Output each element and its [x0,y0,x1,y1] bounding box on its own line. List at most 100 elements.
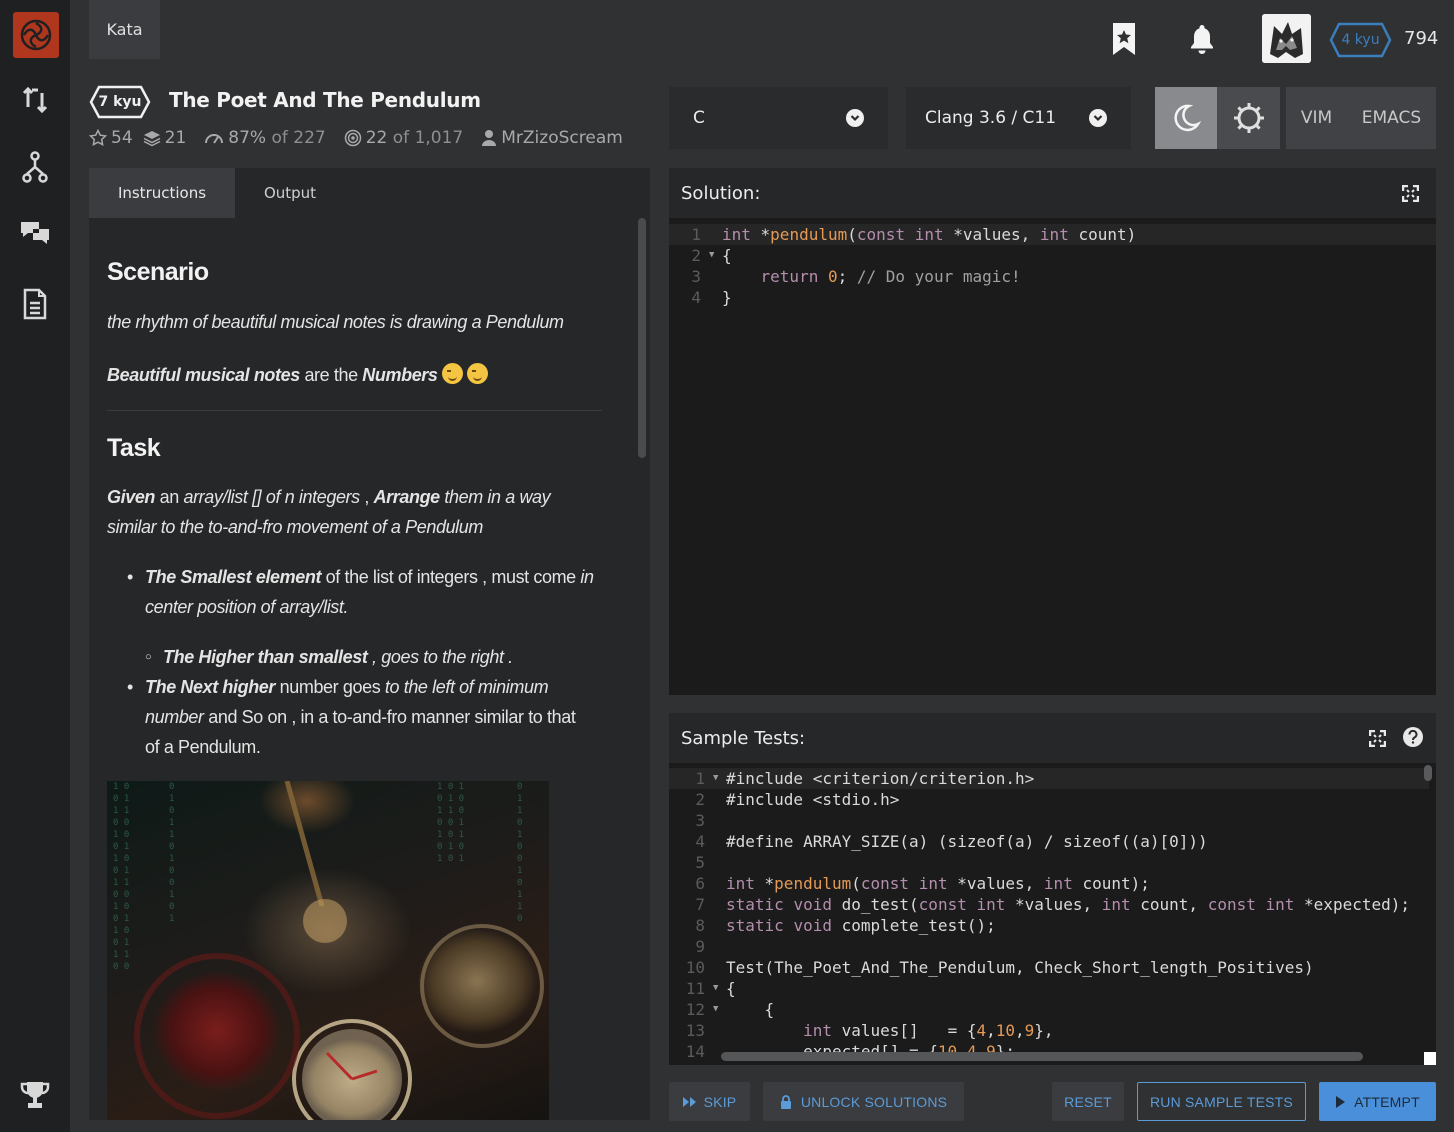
dark-mode-toggle[interactable] [1155,87,1217,149]
fold-toggle-icon[interactable]: ▼ [713,999,718,1020]
section-divider [107,410,602,411]
kata-nav-tab[interactable]: Kata [89,0,160,59]
help-icon[interactable] [1403,727,1423,747]
line-number: 3 [691,267,701,286]
fold-toggle-icon[interactable]: ▼ [709,245,714,266]
vertical-scrollbar[interactable] [1424,765,1432,781]
attempt-button[interactable]: ATTEMPT [1319,1082,1436,1121]
kata-rank-badge: 7 kyu [89,85,151,119]
line-number: 8 [695,916,705,935]
line-number: 12 [685,1000,705,1019]
scrollbar-corner [1424,1052,1436,1065]
star-icon [89,129,107,147]
keybinding-modes: VIM EMACS [1286,87,1436,149]
solution-code-editor[interactable]: 1 int *pendulum(const int *values, int co… [669,218,1436,695]
completed-stat: 22 of 1,017 [344,128,463,148]
code-text: #define ARRAY_SIZE(a) (sizeof(a) / sizeo… [726,832,1208,851]
light-mode-toggle[interactable] [1217,87,1280,149]
task-heading: Task [107,434,161,462]
expand-icon[interactable] [1368,729,1386,747]
task-bullet-list: The Smallest element of the list of inte… [127,562,594,622]
code-text: int *pendulum(const int *values, int cou… [726,874,1150,893]
stars-stat[interactable]: 54 [89,128,133,148]
sun-icon [1233,103,1264,133]
practice-icon[interactable] [15,80,55,120]
play-icon [1336,1095,1346,1108]
scenario-heading: Scenario [107,258,209,286]
line-number: 5 [695,853,705,872]
fork-icon[interactable] [15,147,55,187]
line-number: 1 [691,225,701,244]
code-text: #include <criterion/criterion.h> [726,769,1035,788]
sample-tests-code-editor[interactable]: 1 ▼ #include <criterion/criterion.h> 2 #incl… [669,763,1436,1065]
line-number: 3 [695,811,705,830]
notifications-bell-icon[interactable] [1182,18,1222,60]
kata-stats: 54 21 87% of 227 22 of 1,017 MrZizoScrea… [89,128,633,148]
version-select[interactable]: Clang 3.6 / C11 [906,87,1131,149]
kata-rank-label: 7 kyu [98,94,142,110]
vim-mode-button[interactable]: VIM [1301,108,1332,128]
docs-icon[interactable] [15,284,55,324]
line-number: 14 [685,1042,705,1061]
code-text: static void do_test(const int *values, i… [726,895,1410,914]
kata-title: The Poet And The Pendulum [169,88,481,112]
reset-button[interactable]: RESET [1052,1082,1124,1121]
chevron-down-icon [1089,109,1107,127]
discussion-icon[interactable] [15,212,55,252]
code-text: static void complete_test(); [726,916,996,935]
code-text: return 0; // Do your magic! [760,267,1021,286]
line-number: 2 [691,246,701,265]
wolf-avatar-image [1262,14,1311,63]
solution-label: Solution: [681,182,761,204]
code-text: { [726,1000,775,1019]
emacs-mode-button[interactable]: EMACS [1362,108,1421,128]
unlock-solutions-button[interactable]: UNLOCK SOLUTIONS [763,1082,964,1121]
solution-header: Solution: [669,168,1436,218]
sample-tests-header: Sample Tests: [669,713,1436,763]
code-text: { [726,979,736,998]
layers-icon [143,129,161,147]
code-text: int values[] = {4,10,9}, [803,1021,1054,1040]
tab-output[interactable]: Output [235,168,345,218]
trophy-icon[interactable] [15,1075,55,1115]
author-link[interactable]: MrZizoScream [481,128,623,148]
list-item: The Next higher number goes to the left … [127,672,576,762]
code-text: { [722,246,732,265]
task-text-line-1: Given an array/list [] of n integers , A… [107,487,551,507]
line-number: 6 [695,874,705,893]
list-item: The Higher than smallest , goes to the r… [145,642,513,672]
satisfaction-stat: 87% of 227 [204,128,326,148]
winking-face-emoji [466,363,488,384]
instructions-scrollbar[interactable] [638,218,646,458]
line-number: 9 [695,937,705,956]
bookmark-icon[interactable] [1104,18,1144,60]
sample-tests-label: Sample Tests: [681,727,806,749]
task-sub-bullet-list: The Higher than smallest , goes to the r… [145,642,513,672]
expand-icon[interactable] [1401,184,1419,202]
line-number: 11 [685,979,705,998]
fold-toggle-icon[interactable]: ▼ [713,768,718,789]
code-text: int *pendulum(const int *values, int cou… [722,225,1137,244]
fold-toggle-icon[interactable]: ▼ [713,978,718,999]
line-number: 1 [695,769,705,788]
rank-label: 4 kyu [1341,32,1380,48]
gauge-icon [204,131,224,145]
line-number: 13 [685,1021,705,1040]
run-sample-tests-button[interactable]: RUN SAMPLE TESTS [1137,1082,1306,1121]
horizontal-scrollbar[interactable] [721,1052,1363,1061]
instructions-panel: Scenario the rhythm of beautiful musical… [89,218,650,1120]
skip-button[interactable]: SKIP [669,1082,750,1121]
user-rank-badge[interactable]: 4 kyu [1329,22,1392,58]
fast-forward-icon [682,1096,696,1107]
tab-instructions[interactable]: Instructions [89,168,235,218]
line-number: 7 [695,895,705,914]
line-number: 4 [695,832,705,851]
chevron-down-icon [846,109,864,127]
user-avatar[interactable] [1262,14,1311,63]
collections-stat[interactable]: 21 [143,128,186,148]
language-select[interactable]: C [669,87,888,149]
scenario-text: the rhythm of beautiful musical notes is… [107,312,564,332]
codewars-logo[interactable] [13,12,59,58]
line-number: 10 [685,958,705,977]
clock-illustration [134,781,544,1120]
